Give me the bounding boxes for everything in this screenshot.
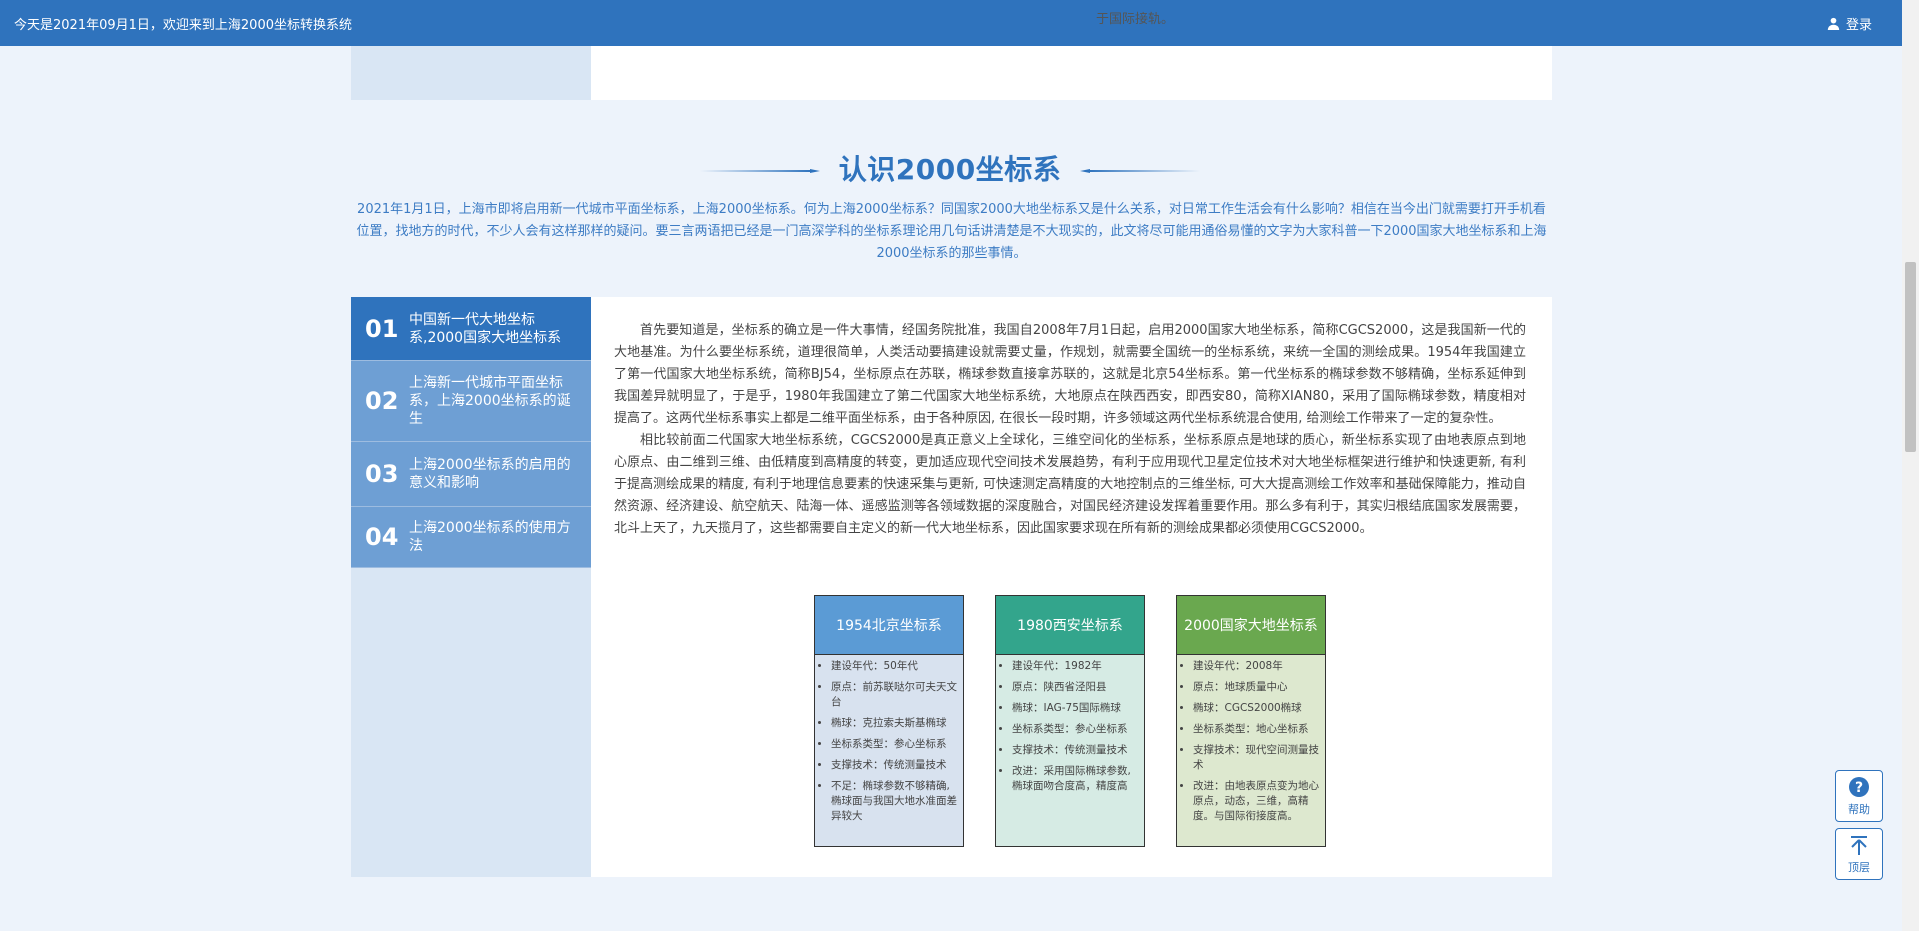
section-intro: 2021年1月1日，上海市即将启用新一代城市平面坐标系，上海2000坐标系。何为…: [356, 202, 1547, 261]
tab-02[interactable]: 02 上海新一代城市平面坐标系，上海2000坐标系的诞生: [351, 361, 591, 442]
help-icon: ?: [1849, 776, 1869, 797]
card-title: 2000国家大地坐标系: [1177, 596, 1325, 655]
card-item: 坐标系类型：地心坐标系: [1193, 722, 1319, 737]
section-heading: 认识2000坐标系: [700, 148, 1200, 194]
arrow-up-icon: [1851, 835, 1867, 855]
tab-04[interactable]: 04 上海2000坐标系的使用方法: [351, 507, 591, 568]
card-item: 支撑技术：传统测量技术: [1012, 743, 1138, 758]
section-title: 认识2000坐标系: [838, 153, 1062, 186]
card-item: 改进：由地表原点变为地心原点，动态，三维，高精度。与国际衔接度高。: [1193, 779, 1319, 824]
heading-right-decoration: [1080, 169, 1200, 173]
previous-section-text: 于国际接轨。: [1096, 12, 1175, 27]
card-item: 椭球：克拉索夫斯基椭球: [831, 716, 957, 731]
card-beijing-1954: 1954北京坐标系 建设年代：50年代 原点：前苏联哒尔可夫天文台 椭球：克拉索…: [814, 595, 964, 847]
tab-number: 01: [365, 314, 399, 343]
help-label: 帮助: [1848, 802, 1870, 816]
tab-01[interactable]: 01 中国新一代大地坐标系,2000国家大地坐标系: [351, 297, 591, 361]
card-item: 坐标系类型：参心坐标系: [1012, 722, 1138, 737]
card-title: 1954北京坐标系: [815, 596, 963, 655]
tab-03[interactable]: 03 上海2000坐标系的启用的意义和影响: [351, 442, 591, 507]
card-xian-1980: 1980西安坐标系 建设年代：1982年 原点：陕西省泾阳县 椭球：IAG-75…: [995, 595, 1145, 847]
back-to-top-button[interactable]: 顶层: [1835, 828, 1883, 880]
card-item: 原点：前苏联哒尔可夫天文台: [831, 680, 957, 710]
tab-number: 04: [365, 523, 399, 551]
card-item: 椭球：CGCS2000椭球: [1193, 701, 1319, 716]
user-icon: [1827, 17, 1840, 30]
tab-label: 上海2000坐标系的启用的意义和影响: [409, 457, 571, 491]
article-paragraph-1: 首先要知道是，坐标系的确立是一件大事情，经国务院批准，我国自2008年7月1日起…: [614, 323, 1526, 426]
top-label: 顶层: [1848, 860, 1870, 874]
svg-text:?: ?: [1855, 780, 1863, 796]
page-scrollbar[interactable]: [1902, 0, 1919, 931]
topic-tabs: 01 中国新一代大地坐标系,2000国家大地坐标系 02 上海新一代城市平面坐标…: [351, 297, 591, 568]
card-item: 建设年代：2008年: [1193, 659, 1319, 674]
tab-number: 02: [365, 387, 399, 415]
card-cgcs-2000: 2000国家大地坐标系 建设年代：2008年 原点：地球质量中心 椭球：CGCS…: [1176, 595, 1326, 847]
card-item: 建设年代：1982年: [1012, 659, 1138, 674]
top-bar: 今天是2021年09月1日，欢迎来到上海2000坐标转换系统 登录: [0, 0, 1902, 46]
card-item: 原点：地球质量中心: [1193, 680, 1319, 695]
article-body: 首先要知道是，坐标系的确立是一件大事情，经国务院批准，我国自2008年7月1日起…: [614, 320, 1526, 540]
card-item: 椭球：IAG-75国际椭球: [1012, 701, 1138, 716]
welcome-text: 今天是2021年09月1日，欢迎来到上海2000坐标转换系统: [14, 18, 352, 33]
tab-number: 03: [365, 460, 399, 488]
tab-label: 上海新一代城市平面坐标系，上海2000坐标系的诞生: [409, 375, 571, 427]
tab-label: 中国新一代大地坐标系,2000国家大地坐标系: [409, 311, 562, 346]
article-paragraph-2: 相比较前面二代国家大地坐标系统，CGCS2000是真正意义上全球化，三维空间化的…: [614, 433, 1526, 536]
card-item: 建设年代：50年代: [831, 659, 957, 674]
card-item: 不足：椭球参数不够精确,椭球面与我国大地水准面差异较大: [831, 779, 957, 824]
card-title: 1980西安坐标系: [996, 596, 1144, 655]
login-label: 登录: [1845, 18, 1872, 33]
card-item: 坐标系类型：参心坐标系: [831, 737, 957, 752]
card-item: 支撑技术：现代空间测量技术: [1193, 743, 1319, 773]
card-item: 原点：陕西省泾阳县: [1012, 680, 1138, 695]
help-button[interactable]: ? 帮助: [1835, 770, 1883, 822]
tab-label: 上海2000坐标系的使用方法: [409, 520, 571, 554]
card-item: 支撑技术：传统测量技术: [831, 758, 957, 773]
login-link[interactable]: 登录: [1827, 14, 1872, 33]
card-item: 改进：采用国际椭球参数,椭球面吻合度高，精度高: [1012, 764, 1138, 794]
scrollbar-thumb[interactable]: [1905, 262, 1916, 452]
